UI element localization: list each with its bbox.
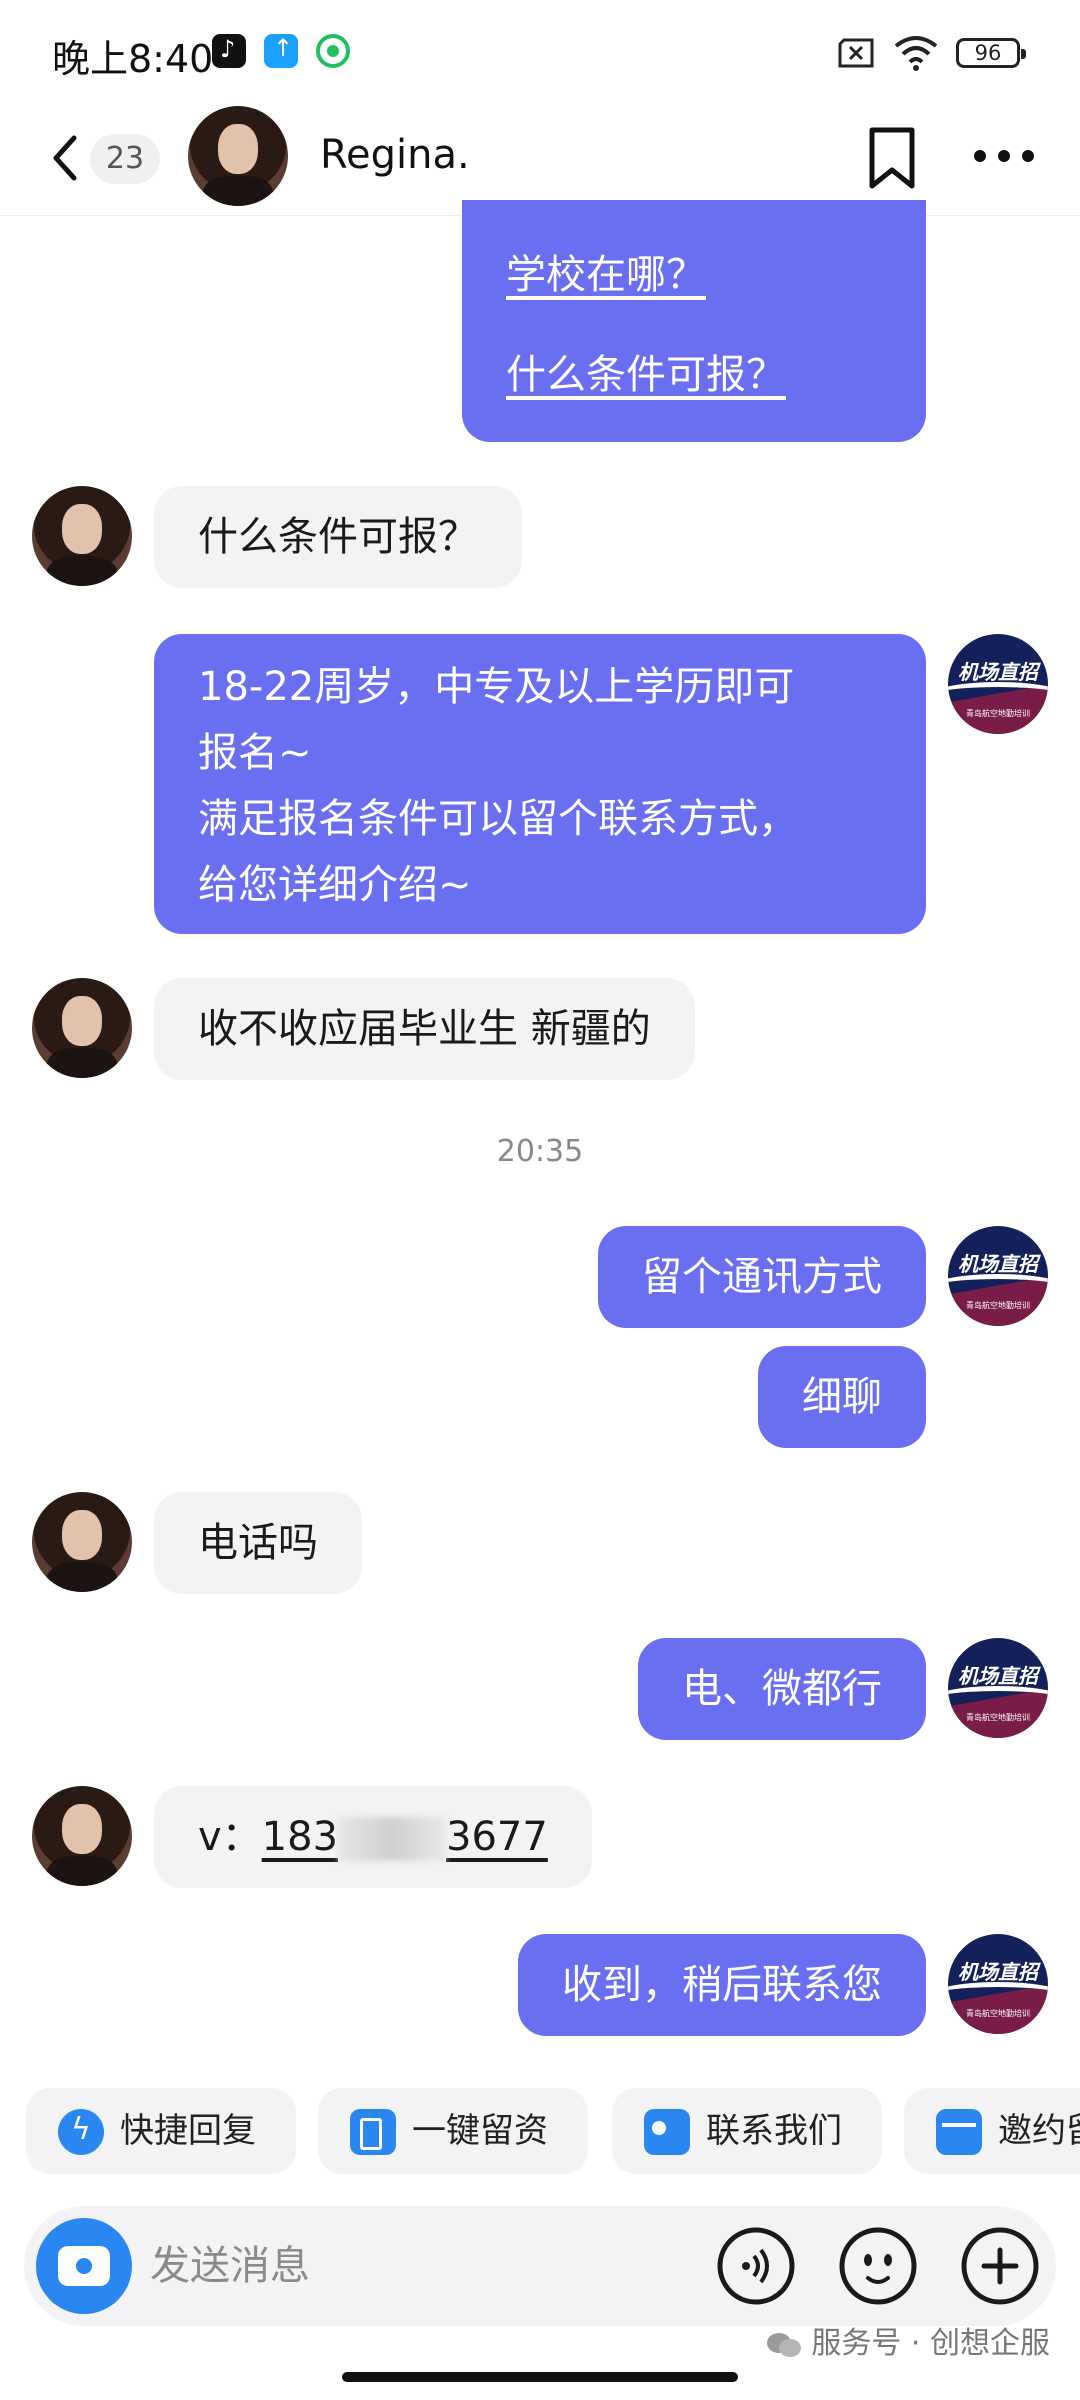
contact-avatar[interactable]: [32, 1786, 132, 1886]
leave-info-button[interactable]: 一键留资: [318, 2088, 588, 2174]
no-sim-icon: [838, 38, 874, 68]
agent-avatar-title: 机场直招: [958, 660, 1038, 684]
quick-action-bar: 快捷回复 一键留资 联系我们 邀约留: [0, 2088, 1080, 2178]
quick-action-label: 快捷回复: [120, 2111, 256, 2151]
outgoing-message[interactable]: 留个通讯方式: [598, 1226, 926, 1328]
contact-avatar[interactable]: [32, 486, 132, 586]
lightning-icon: [58, 2088, 104, 2173]
phone-number-start: 183: [261, 1814, 339, 1860]
invite-button[interactable]: 邀约留: [904, 2088, 1080, 2174]
faq-link[interactable]: 什么条件可报？: [506, 342, 882, 408]
calendar-icon: [936, 2109, 982, 2155]
voice-icon[interactable]: [716, 2226, 796, 2306]
agent-avatar-title: 机场直招: [958, 1252, 1038, 1276]
time-divider: 20:35: [496, 1134, 584, 1169]
chat-header: 23 Regina.: [0, 100, 1080, 216]
agent-avatar[interactable]: 机场直招 青岛航空地勤培训: [948, 634, 1048, 734]
agent-avatar-title: 机场直招: [958, 1960, 1038, 1984]
message-text: 电、微都行: [682, 1666, 882, 1712]
phone-number-end: 3677: [446, 1814, 548, 1860]
agent-avatar-subtitle: 青岛航空地勤培训: [966, 709, 1030, 718]
more-options-icon[interactable]: [972, 144, 1036, 168]
agent-avatar-subtitle: 青岛航空地勤培训: [966, 1301, 1030, 1310]
incoming-message[interactable]: 收不收应届毕业生 新疆的: [154, 978, 695, 1080]
agent-avatar[interactable]: 机场直招 青岛航空地勤培训: [948, 1226, 1048, 1326]
quick-action-label: 联系我们: [706, 2111, 842, 2151]
message-text: 电话吗: [198, 1520, 318, 1566]
redacted-digits: [338, 1817, 447, 1861]
message-text: 收到，稍后联系您: [562, 1962, 882, 2008]
agent-avatar-title: 机场直招: [958, 1664, 1038, 1688]
agent-avatar-subtitle: 青岛航空地勤培训: [966, 1713, 1030, 1722]
contact-avatar[interactable]: [188, 106, 288, 206]
message-input[interactable]: [150, 2236, 710, 2296]
agent-avatar[interactable]: 机场直招 青岛航空地勤培训: [948, 1638, 1048, 1738]
agent-avatar-subtitle: 青岛航空地勤培训: [966, 2009, 1030, 2018]
watermark: 服务号 · 创想企服: [765, 2318, 1050, 2362]
upload-notification-icon: [264, 34, 298, 68]
agent-avatar[interactable]: 机场直招 青岛航空地勤培训: [948, 1934, 1048, 2034]
contact-avatar[interactable]: [32, 978, 132, 1078]
incoming-message[interactable]: v：183 3677: [154, 1786, 592, 1888]
quick-action-label: 邀约留: [998, 2111, 1080, 2151]
message-text: 收不收应届毕业生 新疆的: [198, 1006, 651, 1052]
incoming-message[interactable]: 电话吗: [154, 1492, 362, 1594]
app-notification-icon: [316, 34, 350, 68]
message-line: 18-22周岁，中专及以上学历即可: [198, 664, 795, 710]
status-time: 晚上8:40: [52, 37, 214, 81]
message-text: 什么条件可报？: [198, 514, 478, 560]
contact-card-icon: [644, 2109, 690, 2155]
outgoing-message[interactable]: 电、微都行: [638, 1638, 926, 1740]
message-line: 满足报名条件可以留个联系方式，: [198, 796, 798, 842]
contact-avatar[interactable]: [32, 1492, 132, 1592]
message-prefix: v：: [198, 1814, 262, 1860]
contact-name[interactable]: Regina.: [320, 132, 470, 178]
incoming-message[interactable]: 什么条件可报？: [154, 486, 522, 588]
message-text: 留个通讯方式: [642, 1254, 882, 1300]
battery-indicator: 96: [956, 38, 1026, 68]
contact-us-button[interactable]: 联系我们: [612, 2088, 882, 2174]
faq-link[interactable]: 学校在哪？: [506, 242, 882, 308]
wifi-icon: [894, 36, 938, 71]
outgoing-message[interactable]: 收到，稍后联系您: [518, 1934, 926, 2036]
message-composer: [24, 2206, 1056, 2326]
camera-icon[interactable]: [36, 2218, 132, 2314]
status-bar: 晚上8:40 96: [0, 0, 1080, 100]
outgoing-message[interactable]: 细聊: [758, 1346, 926, 1448]
form-icon: [350, 2109, 396, 2155]
message-text: 细聊: [802, 1374, 882, 1420]
phone-number-link[interactable]: 183 3677: [261, 1814, 548, 1861]
message-line: 报名~: [198, 730, 312, 776]
emoji-icon[interactable]: [838, 2226, 918, 2306]
outgoing-message[interactable]: 18-22周岁，中专及以上学历即可 报名~ 满足报名条件可以留个联系方式， 给您…: [154, 634, 926, 934]
back-arrow-icon[interactable]: [46, 130, 86, 186]
plus-icon[interactable]: [960, 2226, 1040, 2306]
bookmark-icon[interactable]: [864, 126, 920, 190]
wechat-icon: [767, 2332, 802, 2357]
watermark-text: 服务号 · 创想企服: [811, 2326, 1050, 2361]
quick-action-label: 一键留资: [412, 2111, 548, 2151]
message-line: 给您详细介绍~: [198, 862, 472, 908]
quick-reply-button[interactable]: 快捷回复: [26, 2088, 296, 2174]
unread-count-badge[interactable]: 23: [90, 134, 160, 184]
tiktok-notification-icon: [212, 34, 246, 68]
outgoing-message[interactable]: 学校在哪？ 什么条件可报？: [462, 200, 926, 442]
home-indicator[interactable]: [342, 2372, 738, 2382]
